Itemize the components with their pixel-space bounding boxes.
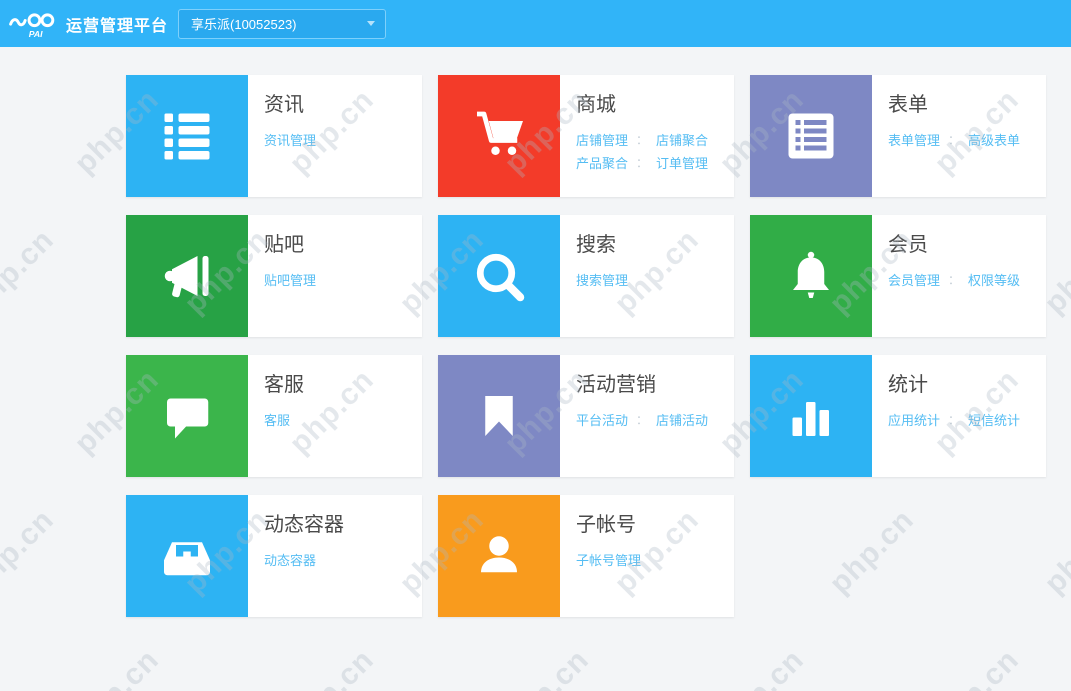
cart-icon: [469, 106, 529, 166]
module-links-row: 产品聚合 ： 订单管理: [576, 152, 708, 175]
account-select-value: 享乐派(10052523): [191, 14, 367, 33]
module-tile[interactable]: [126, 355, 248, 477]
module-tile[interactable]: [438, 75, 560, 197]
watermark-text: php.cn: [283, 643, 381, 691]
module-card: 贴吧贴吧管理: [126, 215, 422, 337]
module-link[interactable]: 平台活动: [576, 409, 628, 432]
module-tile[interactable]: [438, 495, 560, 617]
module-title: 统计: [888, 374, 1020, 396]
inbox-icon: [157, 526, 217, 586]
module-link[interactable]: 会员管理: [888, 269, 940, 292]
yoopai-logo: PAI: [8, 8, 60, 42]
module-card: 商城店铺管理 ： 店铺聚合产品聚合 ： 订单管理: [438, 75, 734, 197]
module-title: 资讯: [264, 94, 316, 116]
module-link[interactable]: 高级表单: [968, 129, 1020, 152]
module-card: 表单表单管理 ： 高级表单: [750, 75, 1046, 197]
watermark-text: php.cn: [0, 503, 61, 601]
module-card: 子帐号子帐号管理: [438, 495, 734, 617]
module-link[interactable]: 店铺聚合: [656, 129, 708, 152]
module-card: 会员会员管理 ： 权限等级: [750, 215, 1046, 337]
megaphone-icon: [157, 246, 217, 306]
module-link[interactable]: 产品聚合: [576, 152, 628, 175]
module-card: 客服客服: [126, 355, 422, 477]
module-links-row: 店铺管理 ： 店铺聚合: [576, 129, 708, 152]
module-link[interactable]: 权限等级: [968, 269, 1020, 292]
module-link[interactable]: 应用统计: [888, 409, 940, 432]
module-title: 动态容器: [264, 514, 344, 536]
module-title: 表单: [888, 94, 1020, 116]
module-links-row: 应用统计 ： 短信统计: [888, 409, 1020, 432]
module-card: 活动营销平台活动 ： 店铺活动: [438, 355, 734, 477]
module-link[interactable]: 客服: [264, 409, 290, 432]
module-link[interactable]: 资讯管理: [264, 129, 316, 152]
svg-text:PAI: PAI: [29, 29, 43, 39]
module-title: 搜索: [576, 234, 628, 256]
module-card: 搜索搜索管理: [438, 215, 734, 337]
link-separator: ：: [636, 152, 648, 175]
module-tile[interactable]: [126, 495, 248, 617]
link-separator: ：: [948, 129, 960, 152]
module-links-row: 动态容器: [264, 549, 344, 572]
module-title: 活动营销: [576, 374, 708, 396]
module-cards-grid: 资讯资讯管理 商城店铺管理 ： 店铺聚合产品聚合 ： 订单管理 表单表单管理 ： 高级表单贴吧贴…: [126, 75, 1046, 617]
module-links-row: 贴吧管理: [264, 269, 316, 292]
module-tile[interactable]: [438, 215, 560, 337]
module-links-row: 会员管理 ： 权限等级: [888, 269, 1020, 292]
module-link[interactable]: 店铺管理: [576, 129, 628, 152]
module-tile[interactable]: [126, 75, 248, 197]
bookmark-icon: [469, 386, 529, 446]
module-title: 客服: [264, 374, 304, 396]
user-icon: [469, 526, 529, 586]
watermark-text: php.cn: [498, 643, 596, 691]
watermark-text: php.cn: [928, 643, 1026, 691]
module-title: 商城: [576, 94, 708, 116]
module-link[interactable]: 子帐号管理: [576, 549, 641, 572]
module-title: 贴吧: [264, 234, 316, 256]
module-links-row: 客服: [264, 409, 304, 432]
link-separator: ：: [636, 409, 648, 432]
module-link[interactable]: 搜索管理: [576, 269, 628, 292]
search-icon: [469, 246, 529, 306]
form-icon: [781, 106, 841, 166]
link-separator: ：: [948, 409, 960, 432]
module-card: 统计应用统计 ： 短信统计: [750, 355, 1046, 477]
module-card: 资讯资讯管理: [126, 75, 422, 197]
module-link[interactable]: 贴吧管理: [264, 269, 316, 292]
module-tile[interactable]: [438, 355, 560, 477]
watermark-text: php.cn: [713, 643, 811, 691]
top-header-bar: PAI 运营管理平台 享乐派(10052523): [0, 0, 1071, 47]
module-tile[interactable]: [750, 355, 872, 477]
link-separator: ：: [636, 129, 648, 152]
account-select[interactable]: 享乐派(10052523): [178, 9, 386, 39]
chevron-down-icon: [367, 21, 375, 26]
module-link[interactable]: 店铺活动: [656, 409, 708, 432]
chat-icon: [157, 386, 217, 446]
list-icon: [157, 106, 217, 166]
module-link[interactable]: 订单管理: [656, 152, 708, 175]
module-links-row: 表单管理 ： 高级表单: [888, 129, 1020, 152]
module-card: 动态容器动态容器: [126, 495, 422, 617]
module-title: 子帐号: [576, 514, 641, 536]
module-tile[interactable]: [750, 215, 872, 337]
module-link[interactable]: 短信统计: [968, 409, 1020, 432]
module-links-row: 资讯管理: [264, 129, 316, 152]
link-separator: ：: [948, 269, 960, 292]
module-links-row: 子帐号管理: [576, 549, 641, 572]
watermark-text: php.cn: [68, 643, 166, 691]
app-title: 运营管理平台: [66, 12, 168, 36]
bell-icon: [781, 246, 841, 306]
watermark-text: php.cn: [0, 223, 61, 321]
module-link[interactable]: 动态容器: [264, 549, 316, 572]
module-tile[interactable]: [126, 215, 248, 337]
module-title: 会员: [888, 234, 1020, 256]
module-tile[interactable]: [750, 75, 872, 197]
module-link[interactable]: 表单管理: [888, 129, 940, 152]
barchart-icon: [781, 386, 841, 446]
module-links-row: 平台活动 ： 店铺活动: [576, 409, 708, 432]
module-links-row: 搜索管理: [576, 269, 628, 292]
